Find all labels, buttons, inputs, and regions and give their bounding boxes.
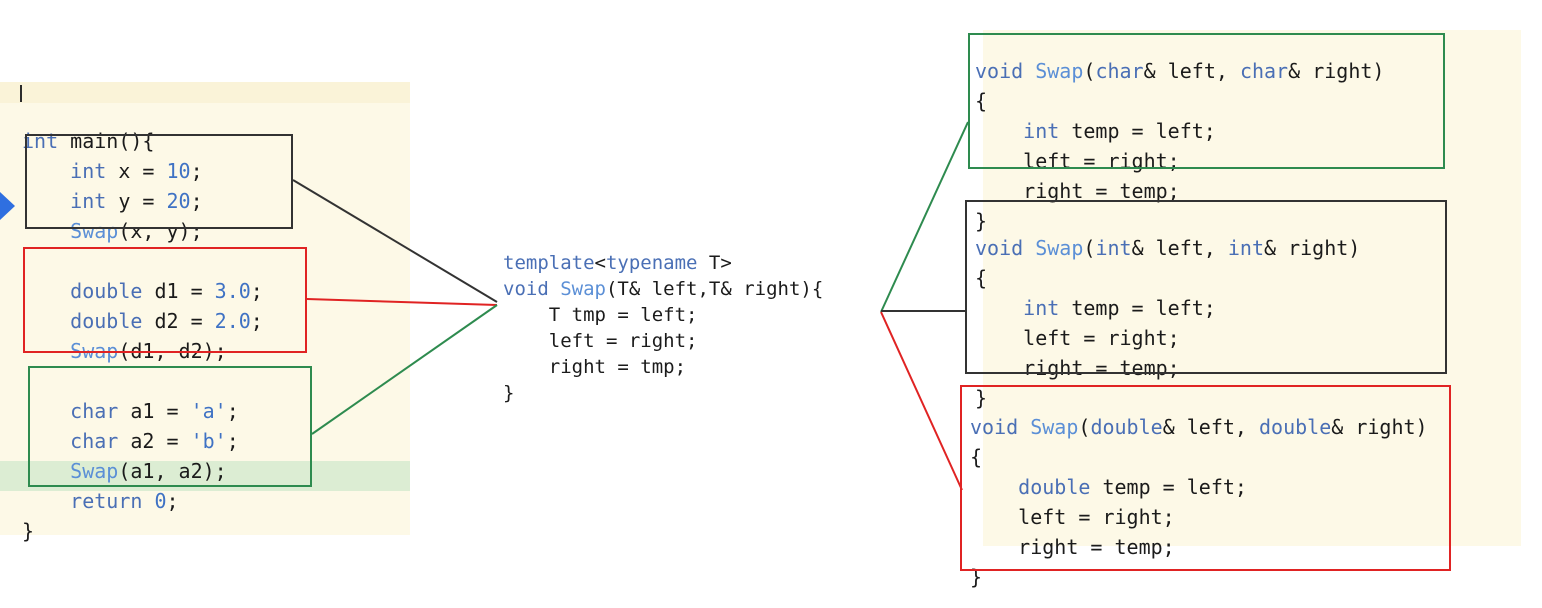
code-token: T tmp = left; — [503, 304, 698, 326]
code-token: typename — [605, 252, 698, 274]
template-to-double-impl — [880, 311, 963, 491]
code-token: (T& left,T& right){ — [605, 278, 824, 300]
code-token: } — [22, 519, 35, 543]
char-instantiation-box — [968, 33, 1445, 169]
char-call-box — [28, 366, 312, 487]
code-token: template — [503, 252, 595, 274]
swap-template-code[interactable]: template<typename T> void Swap(T& left,T… — [503, 250, 823, 406]
code-token: void — [503, 278, 561, 300]
template-to-char-impl — [880, 121, 969, 313]
double-call-box — [23, 247, 307, 353]
current-line-highlight — [0, 82, 410, 103]
code-token: right = tmp; — [503, 356, 687, 378]
code-token: 0 — [154, 489, 167, 513]
int-instantiation-box — [965, 200, 1447, 374]
code-token: ; — [166, 489, 179, 513]
diagram-canvas: int main(){ int x = 10; int y = 20; Swap… — [0, 0, 1542, 608]
text-caret — [20, 85, 22, 102]
code-token: < — [594, 252, 606, 274]
code-token: } — [503, 382, 515, 404]
int-call-box — [25, 134, 293, 229]
execution-arrow-icon — [0, 192, 15, 220]
double-instantiation-box — [960, 385, 1451, 571]
code-token: left = right; — [503, 330, 698, 352]
code-token: T> — [697, 252, 732, 274]
code-token: Swap — [560, 278, 606, 300]
code-token: return — [70, 489, 143, 513]
